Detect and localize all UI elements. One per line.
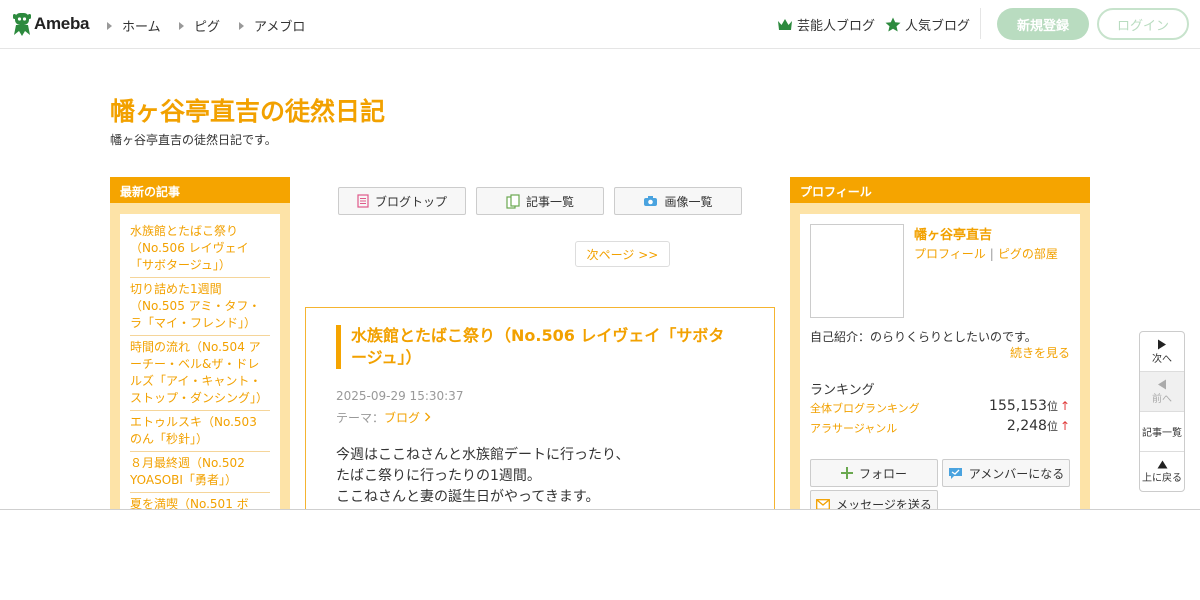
self-intro: 自己紹介：のらりくらりとしたいのです。 <box>810 330 1037 344</box>
rank-up-icon: ↑ <box>1059 399 1070 413</box>
next-article-button[interactable]: 次へ <box>1140 332 1184 372</box>
recent-entry-link[interactable]: ８月最終週（No.502 YOASOBI「勇者」） <box>130 452 270 493</box>
crown-icon <box>778 18 792 30</box>
recent-entries-heading: 最新の記事 <box>110 177 290 203</box>
logo-text: Ameba <box>34 14 90 33</box>
profile-name[interactable]: 幡ヶ谷亭直吉 <box>914 224 992 243</box>
triangle-right-icon <box>239 21 244 30</box>
follow-button[interactable]: フォロー <box>810 459 938 487</box>
chevron-right-icon <box>424 412 431 422</box>
follow-label: フォロー <box>858 466 907 481</box>
pig-room-link[interactable]: ピグの部屋 <box>998 247 1058 261</box>
triangle-right-icon <box>107 21 112 30</box>
rank-row-overall: 全体ブログランキング 155,153位 ↑ <box>810 398 1070 418</box>
profile-avatar[interactable] <box>810 224 904 318</box>
recent-entries-list: 水族館とたばこ祭り（No.506 レイヴェイ「サボタージュ」） 切り詰めた1週間… <box>120 214 280 514</box>
rank-unit: 位 <box>1046 400 1058 413</box>
article-list-side-label: 記事一覧 <box>1142 428 1182 439</box>
viewport-fold <box>0 509 1200 600</box>
play-right-icon <box>1158 339 1166 349</box>
speech-bubble-icon <box>948 467 962 479</box>
article-list-side-button[interactable]: 記事一覧 <box>1140 412 1184 452</box>
nav-pig[interactable]: ピグ <box>179 16 220 35</box>
ameba-logo[interactable]: Ameba <box>12 11 89 37</box>
blog-description: 幡ヶ谷亭直吉の徒然日記です。 <box>110 133 277 147</box>
theme-label: テーマ： <box>336 411 385 425</box>
rank-up-icon: ↑ <box>1059 419 1070 433</box>
rank-label-link[interactable]: 全体ブログランキング <box>810 402 920 415</box>
article-title[interactable]: 水族館とたばこ祭り（No.506 レイヴェイ「サボタージュ」） <box>351 325 736 369</box>
recent-entry-link[interactable]: 時間の流れ（No.504 アーチー・ベル&ザ・ドレルズ「アイ・キャント・ストップ… <box>130 336 270 411</box>
profile-links: プロフィール | ピグの部屋 <box>914 245 1058 262</box>
play-left-icon <box>1158 379 1166 389</box>
profile-link[interactable]: プロフィール <box>914 247 986 261</box>
article-title-wrap: 水族館とたばこ祭り（No.506 レイヴェイ「サボタージュ」） <box>336 325 736 369</box>
blog-top-label: ブログトップ <box>374 194 447 209</box>
prev-article-label: 前へ <box>1152 393 1172 405</box>
amember-label: アメンバーになる <box>968 466 1065 481</box>
article-line: 今週はここねさんと水族館デートに行ったり、 <box>336 447 630 463</box>
envelope-icon <box>816 498 831 510</box>
rank-value: 2,248位 ↑ <box>1007 418 1070 434</box>
rank-number: 2,248 <box>1006 418 1047 434</box>
profile-heading: プロフィール <box>790 177 1090 203</box>
article-card: 水族館とたばこ祭り（No.506 レイヴェイ「サボタージュ」） 2025-09-… <box>305 307 775 537</box>
nav-ameblo[interactable]: アメブロ <box>239 16 305 35</box>
ameba-mascot-icon <box>13 13 31 36</box>
global-header: Ameba ホーム ピグ アメブロ 芸能人ブログ 人気ブログ 新規登録 ログイン <box>0 0 1200 49</box>
triangle-up-icon <box>1157 460 1167 469</box>
camera-icon <box>644 196 658 206</box>
recent-entries-box: 最新の記事 水族館とたばこ祭り（No.506 レイヴェイ「サボタージュ」） 切り… <box>110 177 290 517</box>
article-list-button[interactable]: 記事一覧 <box>476 187 604 215</box>
celebrity-blog-label: 芸能人ブログ <box>797 19 876 34</box>
floating-article-nav: 次へ 前へ 記事一覧 上に戻る <box>1139 331 1185 492</box>
triangle-right-icon <box>179 21 184 30</box>
nav-home-label: ホーム <box>122 20 161 35</box>
profile-box: プロフィール 幡ヶ谷亭直吉 プロフィール | ピグの部屋 自己紹介：のらりくらりとし… <box>790 177 1090 517</box>
theme-link[interactable]: ブログ <box>384 411 420 425</box>
nav-pig-label: ピグ <box>194 20 221 35</box>
login-button[interactable]: ログイン <box>1097 8 1189 40</box>
image-list-label: 画像一覧 <box>664 194 713 209</box>
prev-article-button[interactable]: 前へ <box>1140 372 1184 412</box>
rank-value: 155,153位 ↑ <box>989 398 1070 414</box>
article-body: 今週はここねさんと水族館デートに行ったり、 たばこ祭りに行ったりの1週間。 ここ… <box>336 445 629 508</box>
article-list-label: 記事一覧 <box>525 194 574 209</box>
popular-blog-label: 人気ブログ <box>905 19 971 34</box>
recent-entry-link[interactable]: 水族館とたばこ祭り（No.506 レイヴェイ「サボタージュ」） <box>130 220 270 278</box>
article-line: ここねさんと妻の誕生日がやってきます。 <box>336 489 600 505</box>
next-article-label: 次へ <box>1152 353 1172 365</box>
rank-number: 155,153 <box>989 398 1047 414</box>
celebrity-blog-link[interactable]: 芸能人ブログ <box>777 15 875 34</box>
rank-row-genre: アラサージャンル 2,248位 ↑ <box>810 418 1070 438</box>
next-page-button[interactable]: 次ページ >> <box>575 241 670 267</box>
amember-button[interactable]: アメンバーになる <box>942 459 1070 487</box>
blog-title[interactable]: 幡ヶ谷亭直吉の徒然日記 <box>110 92 385 128</box>
rank-label-link[interactable]: アラサージャンル <box>810 422 897 435</box>
plus-icon <box>840 467 853 479</box>
nav-ameblo-label: アメブロ <box>254 20 306 35</box>
nav-home[interactable]: ホーム <box>107 16 161 35</box>
header-divider <box>980 8 981 39</box>
blog-top-button[interactable]: ブログトップ <box>338 187 466 215</box>
popular-blog-link[interactable]: 人気ブログ <box>885 15 970 34</box>
article-date: 2025-09-29 15:30:37 <box>336 389 464 403</box>
register-button[interactable]: 新規登録 <box>997 8 1089 40</box>
back-to-top-button[interactable]: 上に戻る <box>1140 452 1184 492</box>
ranking-label: ランキング <box>810 383 875 398</box>
recent-entry-link[interactable]: エトゥルスキ（No.503 のん「秒針」） <box>130 411 270 452</box>
star-icon <box>885 17 901 32</box>
read-more-link[interactable]: 続きを見る <box>1010 344 1070 361</box>
article-line: たばこ祭りに行ったりの1週間。 <box>336 468 541 484</box>
recent-entry-link[interactable]: 切り詰めた1週間（No.505 アミ・タフ・ラ「マイ・フレンド」） <box>130 278 270 336</box>
copy-documents-icon <box>506 193 520 209</box>
profile-content: 幡ヶ谷亭直吉 プロフィール | ピグの部屋 自己紹介：のらりくらりとしたいのです。 … <box>800 214 1080 517</box>
back-to-top-label: 上に戻る <box>1142 473 1182 484</box>
link-separator: | <box>989 247 994 261</box>
rank-unit: 位 <box>1046 420 1058 433</box>
article-theme: テーマ：ブログ <box>336 409 431 426</box>
image-list-button[interactable]: 画像一覧 <box>614 187 742 215</box>
document-icon <box>357 194 369 208</box>
